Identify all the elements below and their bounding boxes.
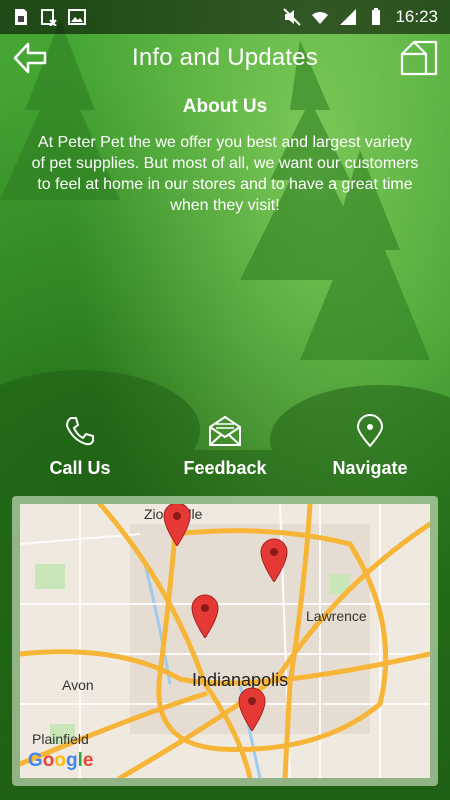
back-arrow-icon[interactable] (12, 40, 48, 76)
call-us-label: Call Us (49, 458, 111, 478)
map-marker-1[interactable] (162, 504, 192, 546)
map-label-lawrence: Lawrence (306, 608, 367, 624)
about-heading: About Us (182, 96, 268, 117)
phone-icon (65, 417, 94, 446)
envelope-icon (209, 415, 241, 446)
google-logo: Google (28, 750, 93, 772)
status-time: 16:23 (395, 7, 438, 26)
mute-icon (283, 8, 302, 26)
map-view[interactable]: Zionsville Lawrence Indianapolis Avon Pl… (20, 504, 430, 778)
notification-blocked-icon (41, 9, 57, 26)
google-letter: g (66, 750, 78, 771)
navigate-button[interactable]: Navigate (310, 414, 430, 479)
home-icon[interactable] (400, 40, 438, 76)
image-icon (68, 9, 86, 25)
map-label-avon: Avon (62, 677, 94, 693)
navigate-label: Navigate (332, 458, 408, 478)
battery-full-icon (372, 8, 381, 25)
app-bar: Info and Updates (0, 34, 450, 82)
google-letter: G (28, 750, 43, 771)
google-letter: o (42, 750, 55, 771)
feedback-label: Feedback (183, 458, 267, 478)
map-marker-3[interactable] (190, 594, 220, 638)
about-description: At Peter Pet the we offer you best and l… (31, 134, 419, 214)
map-label-plainfield: Plainfield (32, 731, 89, 747)
status-bar: 16:23 (0, 0, 450, 34)
signal-icon (340, 9, 357, 25)
page-title: Info and Updates (131, 44, 318, 71)
action-row: Call Us Feedback Navigate (0, 414, 450, 484)
map-marker-2[interactable] (259, 538, 289, 582)
map-frame: Zionsville Lawrence Indianapolis Avon Pl… (12, 496, 438, 786)
call-us-button[interactable]: Call Us (20, 414, 140, 479)
feedback-button[interactable]: Feedback (165, 414, 285, 479)
sim-card-icon (15, 9, 27, 25)
google-letter: e (82, 750, 94, 771)
location-pin-icon (356, 414, 384, 448)
google-letter: o (54, 750, 66, 771)
wifi-icon (312, 11, 329, 24)
map-marker-4[interactable] (237, 687, 267, 731)
